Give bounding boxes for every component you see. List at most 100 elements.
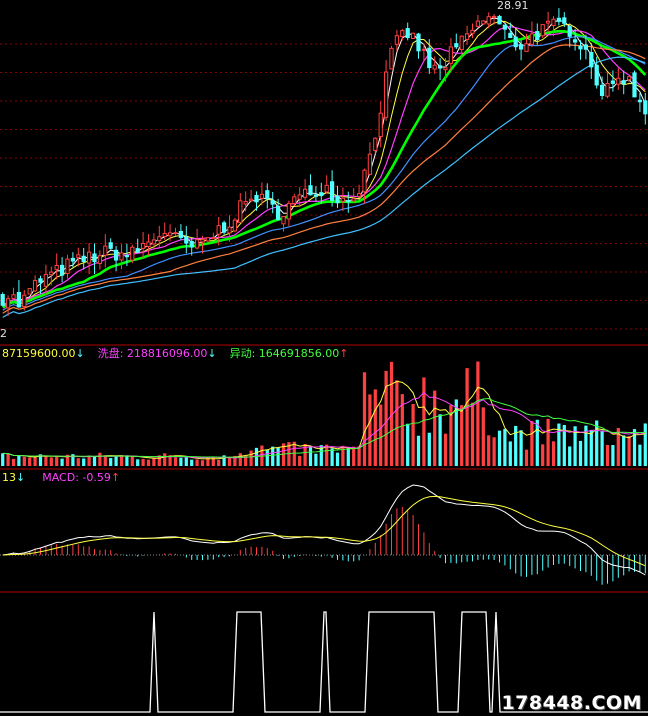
macd-lines <box>2 484 646 576</box>
candle-up <box>297 194 302 200</box>
candle-up <box>281 216 286 225</box>
candle-up <box>286 202 292 220</box>
candle-down <box>113 249 119 261</box>
candle-up <box>194 239 200 249</box>
candle-up <box>486 16 491 25</box>
candle-up <box>551 18 556 27</box>
volume-bar <box>179 457 183 466</box>
candle-down <box>589 52 594 68</box>
moving-average-lines <box>2 17 647 318</box>
candle-down <box>643 100 648 115</box>
candle-down <box>416 33 421 52</box>
volume-bar <box>28 457 32 466</box>
candle-up <box>470 29 475 34</box>
volume-bar <box>314 453 318 466</box>
candle-down <box>594 64 599 86</box>
volume-bar <box>55 456 59 466</box>
candle-up <box>529 33 535 45</box>
volume-bar <box>368 394 372 466</box>
candle-up <box>157 236 162 242</box>
volume-bar <box>173 457 178 466</box>
candle-up <box>448 46 454 64</box>
candle-down <box>535 31 540 40</box>
volume-bar <box>141 458 145 466</box>
volume-bar <box>87 455 91 466</box>
candle-up <box>211 237 216 240</box>
volume-bar <box>433 390 437 466</box>
volume-bar <box>184 457 188 466</box>
volume-bar <box>227 457 232 466</box>
volume-bar <box>384 370 388 466</box>
candle-up <box>410 32 416 39</box>
volume-bar <box>530 421 534 466</box>
candle-up <box>32 280 38 292</box>
candle-down <box>583 44 589 50</box>
candle-down <box>567 26 572 37</box>
candle-down <box>508 32 513 39</box>
volume-bar <box>395 380 399 466</box>
candle-up <box>340 197 346 202</box>
volume-bar <box>190 459 194 466</box>
volume-bar <box>605 445 610 466</box>
volume-bar <box>82 458 86 466</box>
watermark: 178448.COM <box>501 692 642 714</box>
candle-up <box>49 271 54 276</box>
candle-down <box>572 39 578 43</box>
candle-down <box>518 44 524 50</box>
candle-up <box>65 258 70 274</box>
volume-bar <box>276 447 280 466</box>
candle-up <box>443 67 448 71</box>
anomaly-legend-value: 异动: 164691856.00 <box>229 347 340 360</box>
volume-bar <box>595 420 599 466</box>
volume-bar <box>130 455 134 466</box>
volume-bars <box>1 361 647 466</box>
volume-bar <box>22 456 26 466</box>
volume-bar <box>352 446 356 466</box>
volume-bar <box>163 453 167 466</box>
volume-bar <box>622 435 626 466</box>
candlestick-series <box>0 8 648 316</box>
macd-histogram <box>7 506 646 585</box>
candle-up <box>475 20 481 27</box>
candle-down <box>275 205 281 220</box>
candle-up <box>248 198 254 202</box>
volume-bar <box>411 403 415 466</box>
candle-up <box>545 20 551 24</box>
volume-bar <box>330 448 334 466</box>
volume-bar <box>195 459 199 466</box>
macd-legend-value: 13 <box>2 471 16 484</box>
volume-bar <box>92 456 97 466</box>
volume-bar <box>119 455 124 466</box>
candle-up <box>383 71 389 118</box>
candle-down <box>578 45 583 50</box>
volume-bar <box>422 377 426 466</box>
candle-down <box>497 15 502 25</box>
volume-bar <box>416 435 421 466</box>
volume-bar <box>98 452 102 466</box>
candle-up <box>351 198 356 202</box>
candle-up <box>146 241 151 247</box>
candle-up <box>626 76 632 81</box>
volume-bar <box>568 446 572 466</box>
candle-down <box>16 291 22 308</box>
candle-up <box>259 193 265 199</box>
candle-down <box>556 17 562 22</box>
volume-bar <box>76 458 80 466</box>
volume-bar <box>476 361 480 466</box>
candle-up <box>243 201 248 205</box>
candle-up <box>130 246 135 261</box>
candle-up <box>400 30 405 37</box>
candle-up <box>540 24 545 37</box>
volume-bar <box>535 419 539 466</box>
volume-bar <box>627 435 631 466</box>
volume-bar <box>508 441 512 466</box>
volume-bar <box>589 430 593 466</box>
volume-bar <box>611 445 615 466</box>
volume-bar <box>638 444 642 466</box>
candle-down <box>599 84 605 97</box>
macd-value: MACD: -0.59 <box>42 471 111 484</box>
candle-up <box>432 64 437 70</box>
volume-bar <box>487 435 491 466</box>
candle-down <box>70 257 76 262</box>
candle-up <box>524 43 529 52</box>
